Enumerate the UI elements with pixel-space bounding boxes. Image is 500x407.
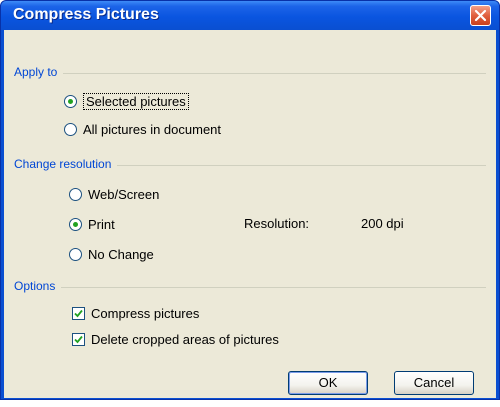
options-divider — [14, 287, 486, 288]
cancel-button[interactable]: Cancel — [394, 371, 474, 395]
radio-no-change[interactable]: No Change — [69, 247, 154, 262]
radio-selected-pictures[interactable]: Selected pictures — [64, 93, 189, 110]
radio-print-label: Print — [88, 217, 115, 232]
checkbox[interactable] — [72, 307, 85, 320]
radio-no-change-label: No Change — [88, 247, 154, 262]
radio-selected-dot — [68, 99, 73, 104]
close-button[interactable] — [470, 5, 491, 26]
checkbox-delete-cropped-label: Delete cropped areas of pictures — [91, 332, 279, 347]
change-resolution-label: Change resolution — [14, 157, 118, 171]
title-bar[interactable]: Compress Pictures — [1, 1, 499, 30]
checkbox-delete-cropped[interactable]: Delete cropped areas of pictures — [72, 332, 279, 347]
checkmark-icon — [74, 335, 83, 344]
apply-to-label: Apply to — [14, 65, 64, 79]
close-icon — [474, 9, 487, 22]
radio-button[interactable] — [64, 123, 77, 136]
radio-selected-dot — [73, 222, 78, 227]
checkmark-icon — [74, 309, 83, 318]
resolution-label: Resolution: — [244, 216, 310, 231]
resolution-value: 200 dpi — [361, 216, 404, 231]
radio-all-pictures-label: All pictures in document — [83, 122, 222, 137]
radio-button[interactable] — [69, 218, 82, 231]
checkbox[interactable] — [72, 333, 85, 346]
radio-print[interactable]: Print — [69, 217, 115, 232]
radio-button[interactable] — [69, 188, 82, 201]
dialog-body: Apply to Selected pictures All pictures … — [4, 30, 496, 398]
ok-button[interactable]: OK — [288, 371, 368, 395]
radio-selected-pictures-label: Selected pictures — [83, 93, 189, 110]
options-label: Options — [14, 279, 62, 293]
radio-all-pictures[interactable]: All pictures in document — [64, 122, 221, 137]
radio-button[interactable] — [64, 95, 77, 108]
radio-web-screen[interactable]: Web/Screen — [69, 187, 159, 202]
dialog-title: Compress Pictures — [13, 6, 159, 23]
compress-pictures-dialog: Compress Pictures Apply to Selected pict… — [0, 0, 500, 400]
radio-web-screen-label: Web/Screen — [88, 187, 160, 202]
radio-button[interactable] — [69, 248, 82, 261]
checkbox-compress-pictures-label: Compress pictures — [91, 306, 200, 321]
apply-to-divider — [14, 73, 486, 74]
checkbox-compress-pictures[interactable]: Compress pictures — [72, 306, 199, 321]
